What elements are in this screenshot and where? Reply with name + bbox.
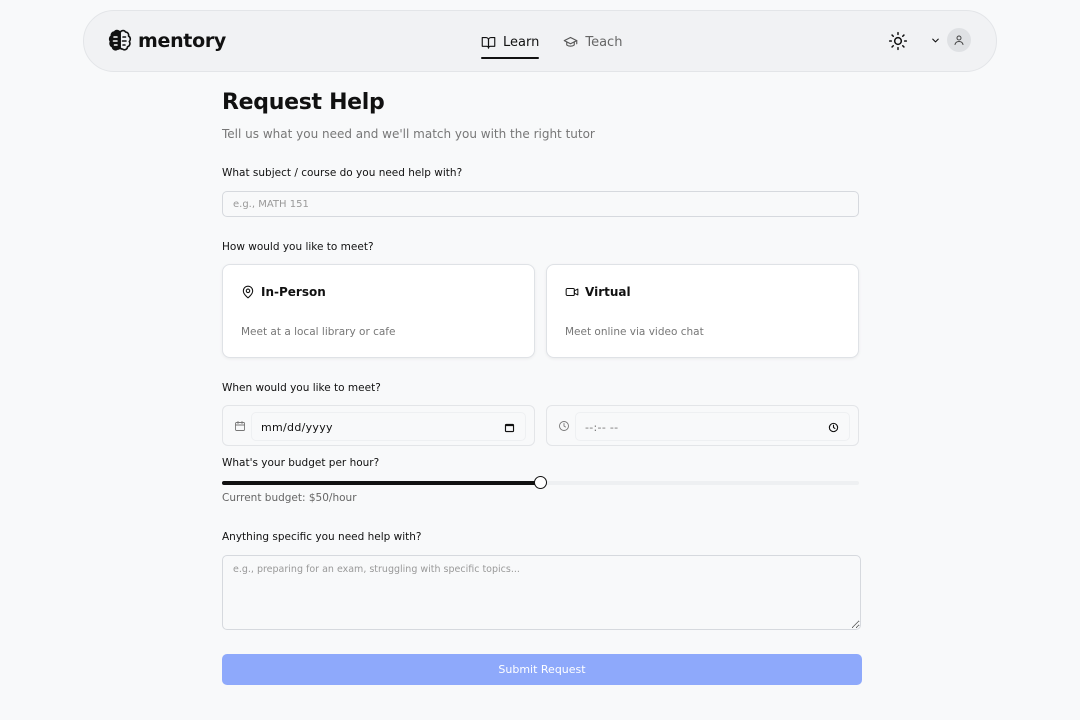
- notes-label: Anything specific you need help with?: [222, 531, 422, 543]
- slider-thumb[interactable]: [534, 476, 547, 489]
- page-title: Request Help: [222, 90, 385, 115]
- clock-icon: [558, 420, 570, 432]
- meet-type-label: How would you like to meet?: [222, 241, 374, 253]
- date-input[interactable]: mm/dd/yyyy: [251, 412, 526, 441]
- date-input-value: mm/dd/yyyy: [261, 421, 333, 434]
- theme-toggle-button[interactable]: [888, 31, 908, 51]
- when-label: When would you like to meet?: [222, 382, 381, 394]
- nav-tab-learn[interactable]: Learn: [481, 11, 540, 73]
- card-title: Virtual: [585, 285, 631, 299]
- avatar: [947, 28, 971, 52]
- card-head: In-Person: [241, 285, 326, 299]
- subject-label: What subject / course do you need help w…: [222, 167, 463, 179]
- meet-option-virtual[interactable]: Virtual Meet online via video chat: [546, 264, 859, 358]
- map-pin-icon: [242, 285, 254, 299]
- chevron-down-icon: [930, 35, 941, 46]
- video-icon: [565, 287, 579, 297]
- nav-tab-label: Teach: [585, 34, 623, 50]
- card-description: Meet online via video chat: [565, 326, 704, 338]
- brand-logo-link[interactable]: mentory: [108, 29, 226, 53]
- submit-request-button[interactable]: Submit Request: [222, 654, 862, 685]
- calendar-icon: [234, 420, 246, 432]
- brand-name: mentory: [138, 30, 227, 52]
- clock-picker-icon[interactable]: [828, 422, 839, 433]
- nav-tab-teach[interactable]: Teach: [563, 11, 622, 73]
- card-description: Meet at a local library or cafe: [241, 326, 396, 338]
- card-title: In-Person: [261, 285, 326, 299]
- nav-tab-label: Learn: [503, 34, 540, 50]
- book-open-icon: [481, 36, 496, 49]
- calendar-picker-icon[interactable]: [504, 422, 515, 433]
- budget-slider[interactable]: [222, 476, 859, 490]
- date-field-wrapper: mm/dd/yyyy: [222, 405, 535, 446]
- current-budget-text: Current budget: $50/hour: [222, 492, 357, 504]
- meet-option-in-person[interactable]: In-Person Meet at a local library or caf…: [222, 264, 535, 358]
- time-field-wrapper: --:-- --: [546, 405, 859, 446]
- nav-tabs: Learn Teach: [481, 11, 622, 73]
- user-icon: [954, 35, 964, 45]
- time-input-value: --:-- --: [585, 421, 619, 434]
- budget-label: What's your budget per hour?: [222, 457, 380, 469]
- card-head: Virtual: [565, 285, 631, 299]
- notes-textarea[interactable]: [222, 555, 861, 630]
- user-menu-button[interactable]: [930, 28, 971, 52]
- slider-fill: [222, 481, 541, 485]
- brain-icon: [108, 29, 132, 51]
- time-input[interactable]: --:-- --: [575, 412, 850, 441]
- subject-input[interactable]: [222, 191, 859, 217]
- graduation-cap-icon: [564, 36, 578, 47]
- top-navbar: mentory Learn Teach: [83, 10, 997, 72]
- sun-icon: [888, 31, 908, 51]
- page-subtitle: Tell us what you need and we'll match yo…: [222, 127, 595, 141]
